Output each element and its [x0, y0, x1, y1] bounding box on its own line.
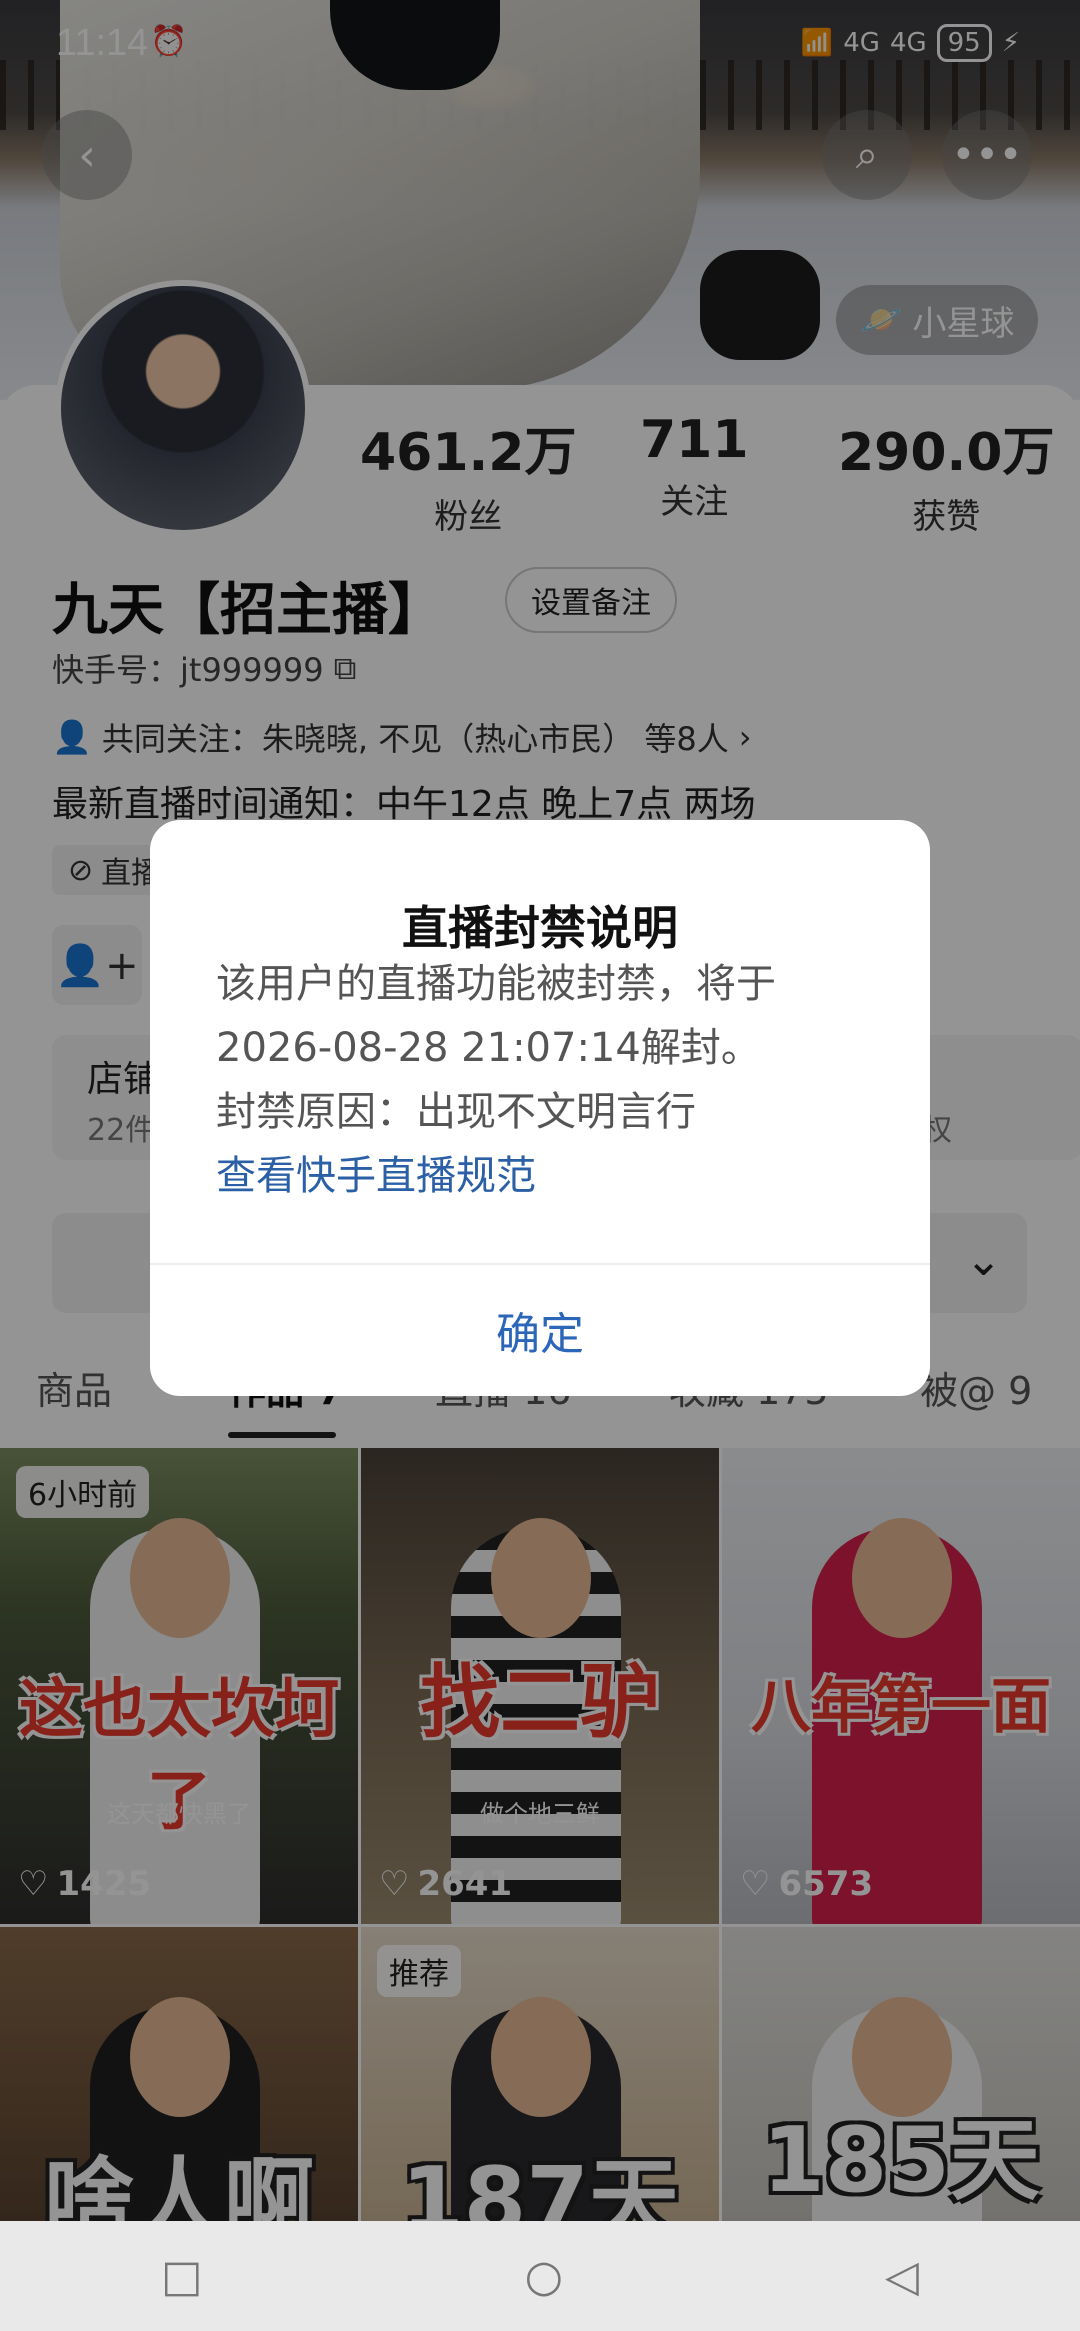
system-nav-bar: □ ○ ◁	[0, 2221, 1080, 2331]
dialog-line-2: 2026-08-28 21:07:14解封。	[216, 1025, 761, 1071]
back-nav-icon[interactable]: ◁	[885, 2251, 919, 2302]
dialog-line-1: 该用户的直播功能被封禁，将于	[216, 961, 776, 1007]
dialog-body: 该用户的直播功能被封禁，将于 2026-08-28 21:07:14解封。 封禁…	[216, 952, 876, 1208]
home-icon[interactable]: ○	[525, 2251, 563, 2302]
recents-icon[interactable]: □	[161, 2251, 203, 2302]
dialog-line-3: 封禁原因：出现不文明言行	[216, 1089, 696, 1135]
live-rules-link[interactable]: 查看快手直播规范	[216, 1144, 876, 1208]
dialog-divider	[150, 1263, 930, 1265]
profile-screen: 11:14 ⏰ 📶 4G 4G 95 ⚡ ‹ ⌕ ••• 🪐 小星球 461.2…	[0, 0, 1080, 2331]
live-ban-dialog: 直播封禁说明 该用户的直播功能被封禁，将于 2026-08-28 21:07:1…	[150, 820, 930, 1396]
confirm-button[interactable]: 确定	[150, 1298, 930, 1362]
dialog-title: 直播封禁说明	[402, 901, 678, 955]
